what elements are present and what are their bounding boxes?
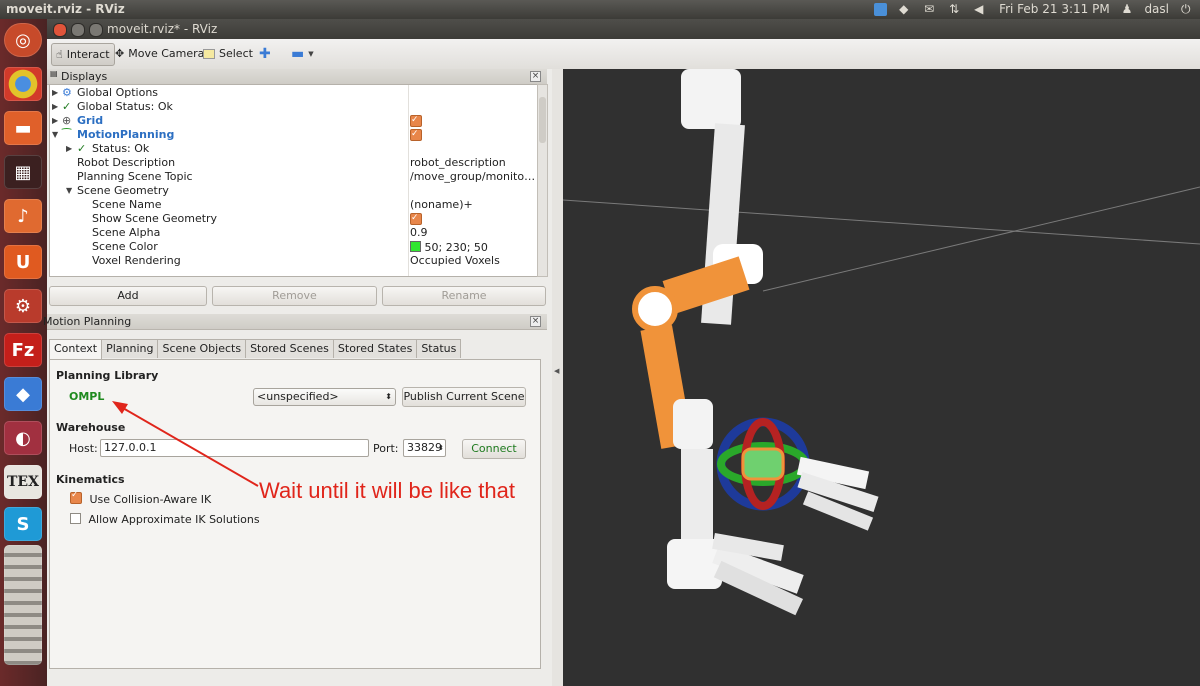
annotation-overlay: [112, 401, 259, 487]
annotation-arrow: [115, 403, 259, 487]
annotation-text: Wait until it will be like that: [259, 478, 515, 503]
annotation-arrowhead: [112, 401, 128, 414]
